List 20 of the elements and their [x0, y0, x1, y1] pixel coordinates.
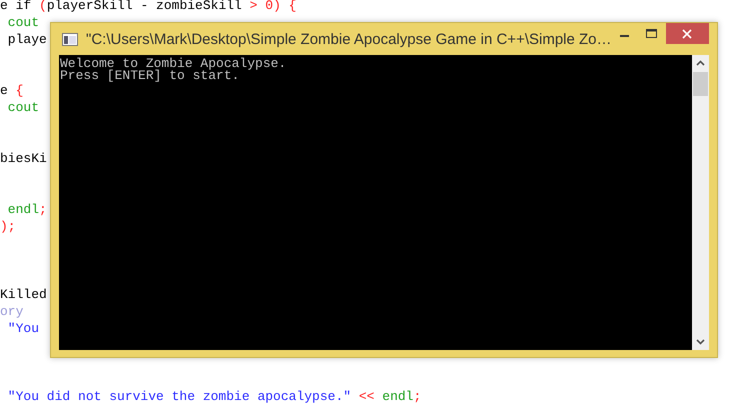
code-line: e {	[0, 82, 24, 99]
code-line: playe	[6, 31, 47, 48]
code-line: );	[0, 218, 16, 235]
console-app-icon	[62, 32, 78, 46]
code-line: cout	[6, 99, 40, 116]
console-output-line: Press [ENTER] to start.	[60, 70, 240, 82]
close-button[interactable]	[666, 23, 710, 44]
window-title: "C:\Users\Mark\Desktop\Simple Zombie Apocalypse Game in C++\Simple Zo…	[86, 30, 612, 48]
maximize-icon	[646, 29, 658, 39]
scrollbar-thumb[interactable]	[693, 72, 708, 96]
code-line: "You	[6, 320, 40, 337]
close-icon	[682, 28, 692, 38]
code-line: biesKi	[0, 150, 47, 167]
code-line: "You did not survive the zombie apocalypse." << endl;	[6, 388, 422, 405]
code-line: ory	[0, 303, 24, 320]
code-line: endl;	[6, 201, 47, 218]
scrollbar[interactable]	[692, 55, 709, 350]
code-line: Killed	[0, 286, 47, 303]
code-line: cout	[6, 14, 40, 31]
console-output-line: Welcome to Zombie Apocalypse.	[60, 58, 288, 70]
